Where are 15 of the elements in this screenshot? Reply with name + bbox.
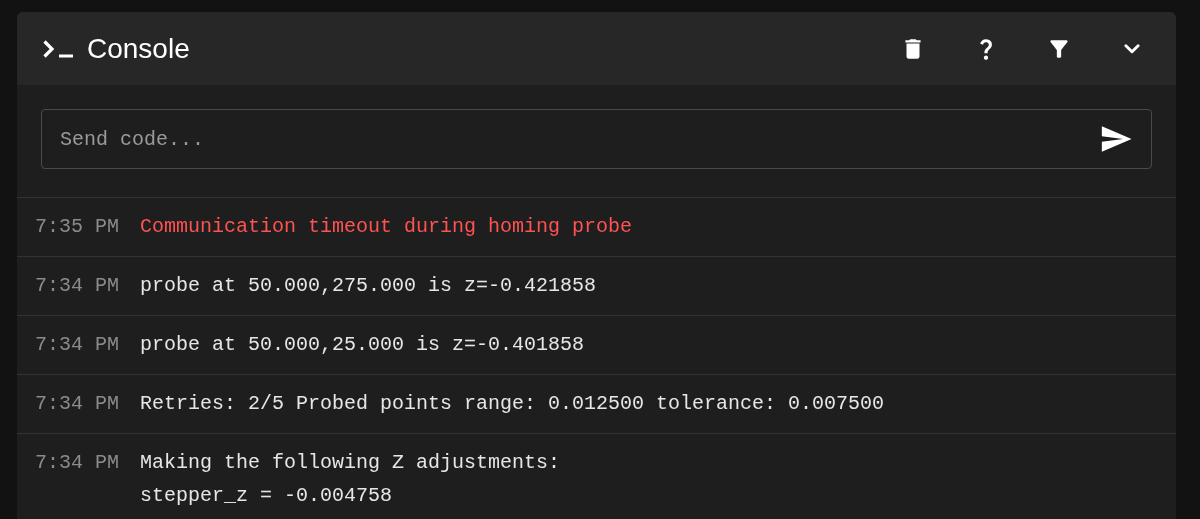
timestamp: 7:34 PM: [35, 273, 120, 299]
log-message: probe at 50.000,275.000 is z=-0.421858: [140, 273, 597, 299]
timestamp: 7:34 PM: [35, 332, 120, 358]
log-message: probe at 50.000,25.000 is z=-0.401858: [140, 332, 585, 358]
send-code-field[interactable]: Send code...: [41, 109, 1152, 169]
log-message: Making the following Z adjustments:: [140, 450, 561, 476]
timestamp: 7:34 PM: [35, 391, 120, 417]
timestamp: 7:34 PM: [35, 450, 120, 476]
timestamp: 7:35 PM: [35, 214, 120, 240]
chevron-down-icon: [1124, 43, 1140, 54]
panel-title: Console: [87, 31, 190, 66]
log-message: Retries: 2/5 Probed points range: 0.012500 tolerance: 0.007500: [140, 391, 885, 417]
log-message: stepper_z = -0.004758: [140, 483, 394, 509]
terminal-prompt-icon: [43, 39, 73, 58]
log-message: Communication timeout during homing probe: [140, 214, 633, 240]
